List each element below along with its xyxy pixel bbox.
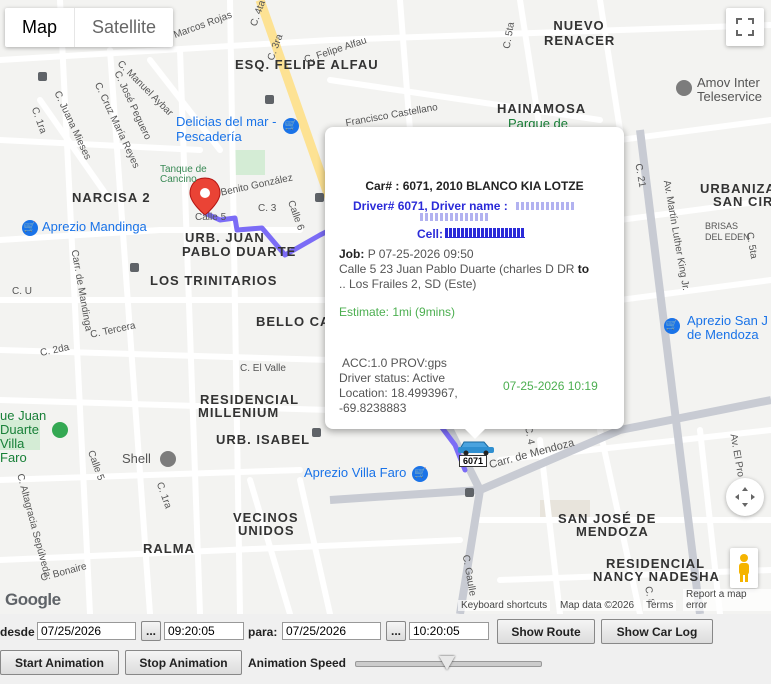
job-info: Job: P 07-25-2026 09:50 Calle 5 23 Juan …: [339, 247, 590, 291]
area-label: URB. ISABEL: [216, 432, 311, 447]
poi-brisas: BRISAS DEL EDEN: [705, 221, 750, 242]
redacted-driver-name: [515, 202, 576, 210]
poi-tanque: Tanque de Cancino: [160, 164, 207, 185]
poi-delicias[interactable]: Delicias del mar - Pescadería: [176, 114, 281, 144]
poi-aprezio-villa[interactable]: Aprezio Villa Faro 🛒: [304, 465, 432, 482]
street-label: C. 3: [258, 203, 277, 214]
terms-link[interactable]: Terms: [643, 600, 677, 611]
area-label: HAINAMOSA: [497, 101, 587, 116]
area-label: NARCISA 2: [72, 190, 151, 205]
camera-control-button[interactable]: [726, 478, 764, 516]
fullscreen-button[interactable]: [726, 8, 764, 46]
shopping-cart-icon: 🛒: [283, 118, 299, 134]
area-label: LOS TRINITARIOS: [150, 273, 278, 288]
area-label: MILLENIUM: [198, 405, 280, 420]
place-icon: [676, 80, 692, 96]
map-type-satellite-button[interactable]: Satellite: [74, 8, 173, 47]
area-label: RALMA: [143, 541, 195, 556]
desde-time-input[interactable]: [164, 622, 244, 640]
map-type-control: Map Satellite: [5, 8, 174, 47]
para-time-input[interactable]: [409, 622, 489, 640]
area-label: SAN CIR: [713, 194, 771, 209]
car-info-line: Car# : 6071, 2010 BLANCO KIA LOTZE: [365, 179, 584, 193]
report-error-link[interactable]: Report a map error: [683, 589, 771, 611]
street-label: C. U: [12, 286, 32, 297]
bus-stop-icon: [130, 263, 139, 272]
move-arrows-icon: [735, 487, 755, 507]
vehicle-id-label: 6071: [459, 455, 488, 467]
bus-stop-icon: [265, 95, 274, 104]
area-label: PABLO DUARTE: [182, 244, 297, 259]
map-type-map-button[interactable]: Map: [5, 8, 74, 47]
desde-label: desde: [0, 625, 35, 639]
driver-info-line: Driver# 6071, Driver name :: [353, 199, 576, 213]
gas-station-icon: [160, 451, 176, 467]
shopping-cart-icon: 🛒: [22, 219, 38, 236]
area-label: MENDOZA: [576, 524, 649, 539]
animation-speed-slider[interactable]: [355, 656, 542, 670]
poi-shell[interactable]: Shell: [122, 451, 151, 466]
area-label: URB. JUAN: [185, 230, 265, 245]
cell-line: Cell:: [417, 227, 526, 241]
para-date-input[interactable]: [282, 622, 381, 640]
street-label: C. El Valle: [240, 363, 286, 374]
street-view-pegman[interactable]: [730, 548, 758, 588]
show-car-log-button[interactable]: Show Car Log: [601, 619, 713, 644]
route-controls-panel: desde ... para: ... Show Route Show Car …: [0, 614, 771, 684]
bus-stop-icon: [465, 488, 474, 497]
area-label: BELLO CA: [256, 314, 331, 329]
vehicle-info-window: Car# : 6071, 2010 BLANCO KIA LOTZE Drive…: [325, 127, 624, 439]
bus-stop-icon: [315, 193, 324, 202]
fullscreen-icon: [736, 18, 754, 36]
area-label: NANCY NADESHA: [593, 569, 720, 584]
animation-speed-label: Animation Speed: [248, 656, 347, 670]
map-data-attribution: Map data ©2026: [557, 600, 638, 611]
show-route-button[interactable]: Show Route: [497, 619, 595, 644]
estimate-text: Estimate: 1mi (9mins): [339, 305, 456, 319]
para-label: para:: [248, 625, 278, 639]
start-animation-button[interactable]: Start Animation: [0, 650, 119, 675]
slider-thumb[interactable]: [438, 656, 455, 670]
tree-icon: [52, 422, 68, 438]
shopping-cart-icon: 🛒: [664, 318, 680, 334]
desde-date-input[interactable]: [37, 622, 136, 640]
redacted-cell: [445, 228, 526, 238]
map-canvas[interactable]: ESQ. FELIPE ALFAU NUEVO RENACER HAINAMOS…: [0, 0, 771, 614]
area-label: NUEVO RENACER: [544, 18, 616, 48]
shopping-cart-icon: 🛒: [412, 465, 429, 482]
keyboard-shortcuts-link[interactable]: Keyboard shortcuts: [458, 600, 551, 611]
route-street-label: Calle 5: [195, 212, 227, 223]
timestamp-text: 07-25-2026 10:19: [503, 379, 598, 393]
pegman-icon: [739, 554, 749, 582]
vehicle-marker[interactable]: 6071: [456, 437, 496, 467]
bus-stop-icon: [312, 428, 321, 437]
car-icon: [458, 441, 494, 456]
stop-animation-button[interactable]: Stop Animation: [125, 650, 242, 675]
poi-aprezio-mandinga[interactable]: 🛒 Aprezio Mandinga: [22, 219, 147, 236]
desde-date-picker-button[interactable]: ...: [141, 621, 161, 641]
bus-stop-icon: [38, 72, 47, 81]
para-date-picker-button[interactable]: ...: [386, 621, 406, 641]
poi-juan-duarte[interactable]: ue Juan Duarte Villa Faro: [0, 409, 50, 465]
area-label: UNIDOS: [238, 523, 295, 538]
driver-status-block: ACC:1.0 PROV:gps Driver status: Active L…: [339, 356, 458, 415]
redacted-driver-name-2: [420, 213, 490, 221]
google-logo: Google: [5, 590, 61, 609]
